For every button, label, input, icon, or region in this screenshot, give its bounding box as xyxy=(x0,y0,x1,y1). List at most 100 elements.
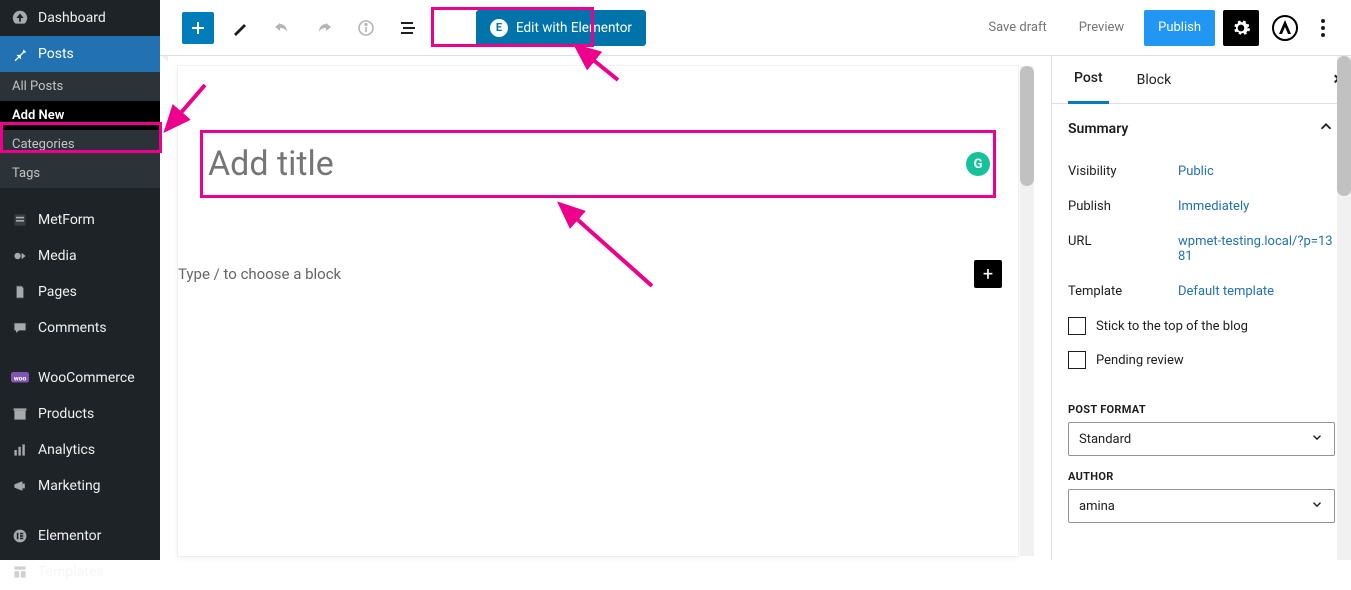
editor-canvas: G Type / to choose a block + xyxy=(178,66,1018,556)
page-icon xyxy=(10,282,30,302)
block-prompt-text: Type / to choose a block xyxy=(178,265,974,283)
admin-sidebar: Dashboard Posts All Posts Add New Catego… xyxy=(0,0,160,560)
sidebar-label: Elementor xyxy=(38,528,101,544)
author-select[interactable]: amina xyxy=(1068,489,1335,523)
section-summary-toggle[interactable]: Summary xyxy=(1052,104,1351,154)
sidebar-label: Templates xyxy=(38,564,104,580)
elementor-icon xyxy=(10,526,30,546)
add-block-button[interactable] xyxy=(182,12,214,44)
sidebar-label: Marketing xyxy=(38,478,101,494)
canvas-scrollbar[interactable] xyxy=(1020,66,1034,556)
settings-tabs: Post Block × xyxy=(1052,56,1351,104)
sidebar-label: Media xyxy=(38,248,77,264)
sidebar-label: Posts xyxy=(38,46,74,62)
sidebar-item-dashboard[interactable]: Dashboard xyxy=(0,0,160,36)
summary-label: Summary xyxy=(1068,121,1128,137)
submenu-add-new[interactable]: Add New xyxy=(0,101,160,130)
template-value[interactable]: Default template xyxy=(1178,284,1335,299)
media-icon xyxy=(10,246,30,266)
insert-block-button[interactable]: + xyxy=(974,260,1002,288)
sidebar-item-metform[interactable]: MetForm xyxy=(0,202,160,238)
scrollbar-thumb[interactable] xyxy=(1020,66,1034,186)
astra-button[interactable] xyxy=(1267,10,1303,46)
sidebar-label: Analytics xyxy=(38,442,95,458)
elementor-label: Edit with Elementor xyxy=(516,20,632,36)
submenu-all-posts[interactable]: All Posts xyxy=(0,72,160,101)
sidebar-label: Products xyxy=(38,406,94,422)
default-block-prompt[interactable]: Type / to choose a block + xyxy=(178,260,1018,288)
row-pending[interactable]: Pending review xyxy=(1068,343,1335,377)
visibility-value[interactable]: Public xyxy=(1178,164,1335,179)
sidebar-label: WooCommerce xyxy=(38,370,135,386)
url-label: URL xyxy=(1068,234,1178,264)
chevron-down-icon xyxy=(1310,430,1324,448)
sidebar-item-templates[interactable]: Templates xyxy=(0,554,160,590)
row-template: Template Default template xyxy=(1068,274,1335,309)
grammarly-icon[interactable]: G xyxy=(966,152,990,176)
gauge-icon xyxy=(10,8,30,28)
preview-button[interactable]: Preview xyxy=(1067,10,1136,46)
post-format-select[interactable]: Standard xyxy=(1068,422,1335,456)
post-format-value: Standard xyxy=(1079,432,1131,447)
pending-label: Pending review xyxy=(1096,353,1184,368)
publish-button[interactable]: Publish xyxy=(1144,10,1215,46)
elementor-logo-icon: E xyxy=(490,19,508,37)
sidebar-item-analytics[interactable]: Analytics xyxy=(0,432,160,468)
row-url: URL wpmet-testing.local/?p=1381 xyxy=(1068,224,1335,274)
outline-button[interactable] xyxy=(392,12,424,44)
megaphone-icon xyxy=(10,476,30,496)
row-publish: Publish Immediately xyxy=(1068,189,1335,224)
template-label: Template xyxy=(1068,284,1178,299)
redo-button[interactable] xyxy=(308,12,340,44)
tab-block[interactable]: Block xyxy=(1131,56,1178,104)
settings-panel: Post Block × Summary Visibility Public P… xyxy=(1051,56,1351,560)
editor-toolbar: E Edit with Elementor Save draft Preview… xyxy=(160,0,1351,56)
templates-icon xyxy=(10,562,30,582)
sidebar-label: Pages xyxy=(38,284,77,300)
comment-icon xyxy=(10,318,30,338)
summary-body: Visibility Public Publish Immediately UR… xyxy=(1052,154,1351,389)
sidebar-label: Dashboard xyxy=(38,10,106,26)
row-visibility: Visibility Public xyxy=(1068,154,1335,189)
sidebar-item-marketing[interactable]: Marketing xyxy=(0,468,160,504)
post-title-input[interactable] xyxy=(208,144,966,184)
url-value[interactable]: wpmet-testing.local/?p=1381 xyxy=(1178,234,1335,264)
chevron-down-icon xyxy=(1310,497,1324,515)
panel-scrollbar[interactable] xyxy=(1337,56,1351,560)
sticky-label: Stick to the top of the blog xyxy=(1096,319,1248,334)
sticky-checkbox[interactable] xyxy=(1068,317,1086,335)
submenu-tags[interactable]: Tags xyxy=(0,159,160,188)
submenu-categories[interactable]: Categories xyxy=(0,130,160,159)
chevron-up-icon xyxy=(1317,118,1335,140)
sidebar-item-posts[interactable]: Posts xyxy=(0,36,160,72)
visibility-label: Visibility xyxy=(1068,164,1178,179)
post-format-heading: POST FORMAT xyxy=(1052,389,1351,422)
scrollbar-thumb[interactable] xyxy=(1337,56,1351,196)
edit-with-elementor-button[interactable]: E Edit with Elementor xyxy=(476,10,646,46)
sidebar-item-woocommerce[interactable]: woo WooCommerce xyxy=(0,360,160,396)
sidebar-item-products[interactable]: Products xyxy=(0,396,160,432)
pending-checkbox[interactable] xyxy=(1068,351,1086,369)
save-draft-button[interactable]: Save draft xyxy=(976,10,1058,46)
pin-icon xyxy=(10,44,30,64)
sidebar-item-comments[interactable]: Comments xyxy=(0,310,160,346)
row-sticky[interactable]: Stick to the top of the blog xyxy=(1068,309,1335,343)
posts-submenu: All Posts Add New Categories Tags xyxy=(0,72,160,188)
title-block[interactable]: G xyxy=(202,132,996,196)
settings-gear-button[interactable] xyxy=(1223,10,1259,46)
woo-icon: woo xyxy=(10,368,30,388)
author-value: amina xyxy=(1079,499,1115,514)
publish-value[interactable]: Immediately xyxy=(1178,199,1335,214)
undo-button[interactable] xyxy=(266,12,298,44)
svg-text:woo: woo xyxy=(14,374,27,382)
sidebar-item-media[interactable]: Media xyxy=(0,238,160,274)
sidebar-item-pages[interactable]: Pages xyxy=(0,274,160,310)
tools-button[interactable] xyxy=(224,12,256,44)
sidebar-label: Comments xyxy=(38,320,107,336)
sidebar-item-elementor[interactable]: Elementor xyxy=(0,518,160,554)
tab-post[interactable]: Post xyxy=(1068,56,1109,104)
publish-label: Publish xyxy=(1068,199,1178,214)
form-icon xyxy=(10,210,30,230)
info-button[interactable] xyxy=(350,12,382,44)
more-options-button[interactable] xyxy=(1311,19,1335,37)
